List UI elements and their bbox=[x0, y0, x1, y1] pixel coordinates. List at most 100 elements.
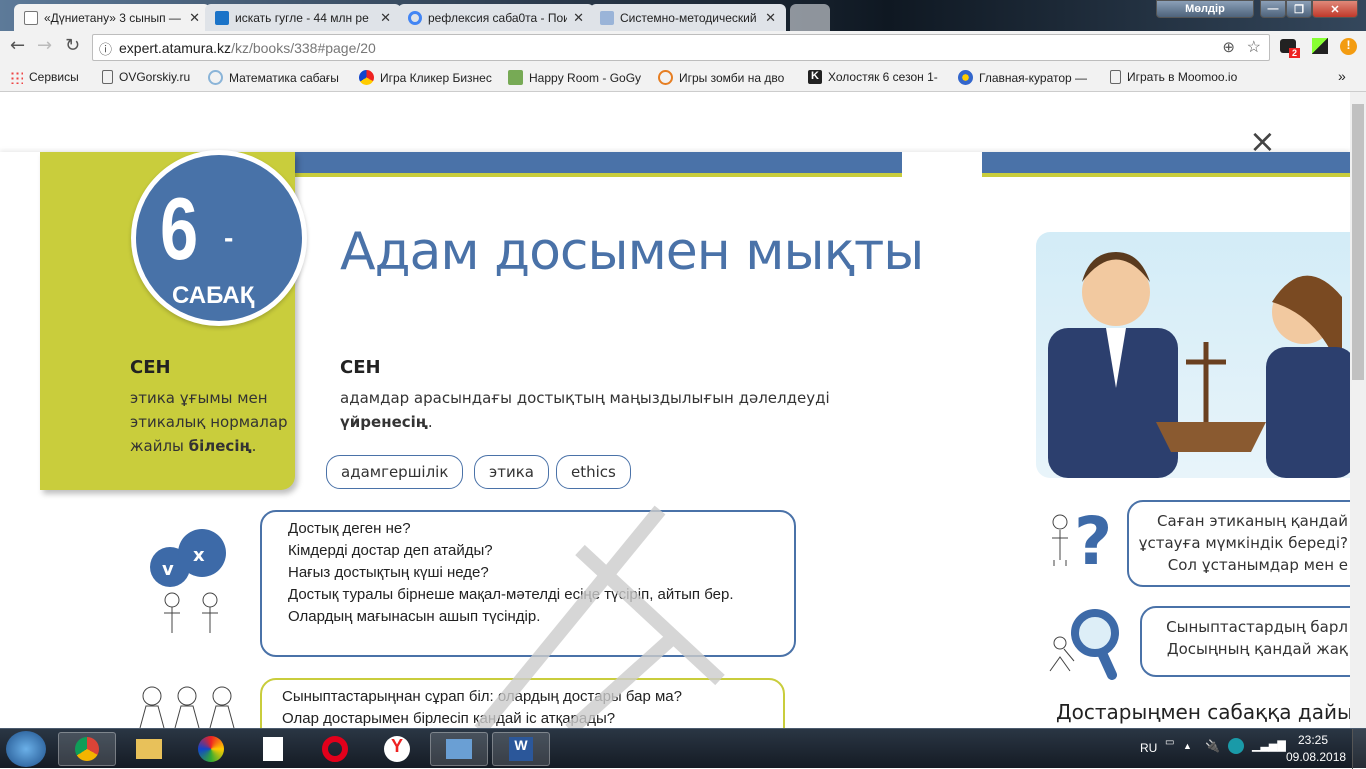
folder-icon bbox=[136, 739, 162, 759]
chrome-icon bbox=[75, 737, 99, 761]
close-tab-icon[interactable]: ✕ bbox=[380, 10, 391, 26]
children-illustration bbox=[1036, 232, 1366, 478]
maximize-button[interactable]: ❐ bbox=[1286, 0, 1312, 18]
keyword-chip: адамгершілік bbox=[326, 455, 464, 489]
profile-button[interactable]: Мөлдір bbox=[1156, 0, 1254, 18]
zoom-icon[interactable]: ⊕ bbox=[1222, 38, 1235, 56]
extension-icon[interactable] bbox=[1312, 38, 1328, 54]
taskbar-opera[interactable] bbox=[306, 732, 364, 766]
magnifier-person-icon bbox=[1049, 609, 1119, 680]
taskbar-word[interactable]: W bbox=[492, 732, 550, 766]
back-icon[interactable]: ← bbox=[10, 35, 25, 56]
doc-icon bbox=[600, 10, 614, 25]
site-icon bbox=[508, 70, 523, 85]
clock-time[interactable]: 23:25 bbox=[1298, 733, 1328, 747]
svg-text:x: x bbox=[193, 545, 205, 566]
minimize-button[interactable]: — bbox=[1260, 0, 1286, 18]
show-desktop-button[interactable] bbox=[1352, 729, 1366, 769]
app-icon bbox=[198, 736, 224, 762]
address-bar[interactable]: ⓘ expert.atamura.kz/kz/books/338#page/20… bbox=[92, 34, 1270, 61]
google-icon bbox=[408, 10, 422, 25]
close-tab-icon[interactable]: ✕ bbox=[573, 10, 584, 26]
tab[interactable]: искать гугле - 44 млн ре ✕ bbox=[205, 4, 401, 31]
scrollbar-thumb[interactable] bbox=[1352, 104, 1364, 380]
taskbar: Y W RU ▭ ▲ 🔌 ▁▃▅▇ 23:25 09.08.2018 bbox=[0, 728, 1366, 769]
keyword-chip: этика bbox=[474, 455, 549, 489]
bookmark-apps[interactable]: Сервисы bbox=[10, 70, 79, 84]
left-heading: СЕН bbox=[130, 357, 171, 378]
page-icon bbox=[1110, 70, 1121, 84]
info-icon[interactable]: ⓘ bbox=[99, 39, 112, 58]
bookmark[interactable]: Игра Кликер Бизнес bbox=[359, 70, 492, 85]
close-tab-icon[interactable]: ✕ bbox=[189, 10, 200, 26]
taskbar-explorer[interactable] bbox=[120, 732, 178, 766]
right-bottom-text: Достарыңмен сабаққа дайынд bbox=[1056, 700, 1350, 724]
apps-icon bbox=[10, 70, 23, 84]
header-band bbox=[295, 152, 902, 177]
alert-icon[interactable]: ! bbox=[1340, 38, 1357, 55]
lesson-dash: - bbox=[224, 222, 234, 253]
close-tab-icon[interactable]: ✕ bbox=[765, 10, 776, 26]
tab[interactable]: Системно-методический ✕ bbox=[590, 4, 786, 31]
show-hidden-icons[interactable]: ▲ bbox=[1183, 741, 1192, 751]
reload-icon[interactable]: ↻ bbox=[65, 35, 80, 56]
star-icon[interactable]: ☆ bbox=[1247, 37, 1261, 57]
language-indicator[interactable]: RU bbox=[1140, 741, 1157, 755]
opera-icon bbox=[322, 736, 348, 762]
extension-badge: 2 bbox=[1289, 48, 1301, 58]
new-tab-button[interactable] bbox=[790, 4, 830, 31]
left-goal-text: этика ұғымы мен этикалық нормалар жайлы … bbox=[130, 389, 288, 455]
taskbar-yandex[interactable]: Y bbox=[368, 732, 426, 766]
forward-icon[interactable]: → bbox=[37, 35, 52, 56]
right-question-box: Саған этиканың қандай ұстауға мүмкіндік … bbox=[1127, 500, 1366, 587]
tab[interactable]: рефлексия саба0та - Пои ✕ bbox=[398, 4, 594, 31]
bookmark[interactable]: Главная-куратор — bbox=[958, 70, 1087, 85]
start-button[interactable] bbox=[6, 731, 46, 767]
site-icon: K bbox=[808, 70, 822, 84]
taskbar-chrome[interactable] bbox=[58, 732, 116, 766]
friends-illustration bbox=[139, 686, 235, 728]
taskbar-app[interactable] bbox=[182, 732, 240, 766]
antivirus-icon[interactable] bbox=[1228, 738, 1244, 754]
bookmark[interactable]: K Холостяк 6 сезон 1- bbox=[808, 70, 938, 84]
right-task-box: Сыныптастардың барл Досыңның қандай жақ bbox=[1140, 606, 1366, 677]
keyword-chip: ethics bbox=[556, 455, 631, 489]
site-icon bbox=[658, 70, 673, 85]
power-icon[interactable]: 🔌 bbox=[1205, 739, 1220, 753]
more-bookmarks-button[interactable]: » bbox=[1338, 68, 1346, 84]
site-icon bbox=[208, 70, 223, 85]
bookmark[interactable]: Happy Room - GoGy bbox=[508, 70, 641, 85]
main-heading: СЕН bbox=[340, 357, 381, 378]
svg-text:v: v bbox=[162, 559, 174, 580]
network-icon[interactable]: ▭ bbox=[1165, 737, 1174, 748]
children-crafting-image bbox=[1048, 252, 1356, 478]
signal-icon[interactable]: ▁▃▅▇ bbox=[1252, 739, 1286, 752]
notepad-icon bbox=[263, 737, 283, 761]
main-goal-text: адамдар арасындағы достықтың маңыздылығы… bbox=[340, 389, 830, 431]
thinking-person-question-icon: ? bbox=[1052, 503, 1112, 575]
bookmark[interactable]: OVGorskiy.ru bbox=[102, 70, 190, 84]
site-icon bbox=[958, 70, 973, 85]
site-icon bbox=[359, 70, 374, 85]
bookmarks-bar: Сервисы OVGorskiy.ru Математика сабағы И… bbox=[0, 63, 1366, 92]
taskbar-app[interactable] bbox=[244, 732, 302, 766]
page-icon bbox=[24, 10, 38, 25]
bookmark[interactable]: Играть в Moomoo.io bbox=[1110, 70, 1237, 84]
lesson-label: САБАҚ bbox=[172, 282, 255, 309]
tab-active[interactable]: «Дүниетану» 3 сынып — ✕ bbox=[14, 4, 210, 31]
bookmark[interactable]: Игры зомби на дво bbox=[658, 70, 784, 85]
search-icon bbox=[215, 10, 229, 25]
screen-icon bbox=[446, 739, 472, 759]
lesson-title: Адам досымен мықты bbox=[340, 222, 924, 282]
clock-date[interactable]: 09.08.2018 bbox=[1286, 750, 1346, 764]
questions-box: Достық деген не? Кімдерді достар деп ата… bbox=[260, 510, 796, 657]
page-icon bbox=[102, 70, 113, 84]
yandex-icon: Y bbox=[384, 736, 410, 762]
bookmark[interactable]: Математика сабағы bbox=[208, 70, 339, 85]
svg-text:?: ? bbox=[1074, 503, 1112, 575]
taskbar-app[interactable] bbox=[430, 732, 488, 766]
tab-strip: «Дүниетану» 3 сынып — ✕ искать гугле - 44… bbox=[0, 0, 1366, 31]
close-window-button[interactable]: ✕ bbox=[1312, 0, 1358, 18]
word-icon: W bbox=[509, 737, 533, 761]
lesson-number: 6 bbox=[160, 179, 199, 278]
